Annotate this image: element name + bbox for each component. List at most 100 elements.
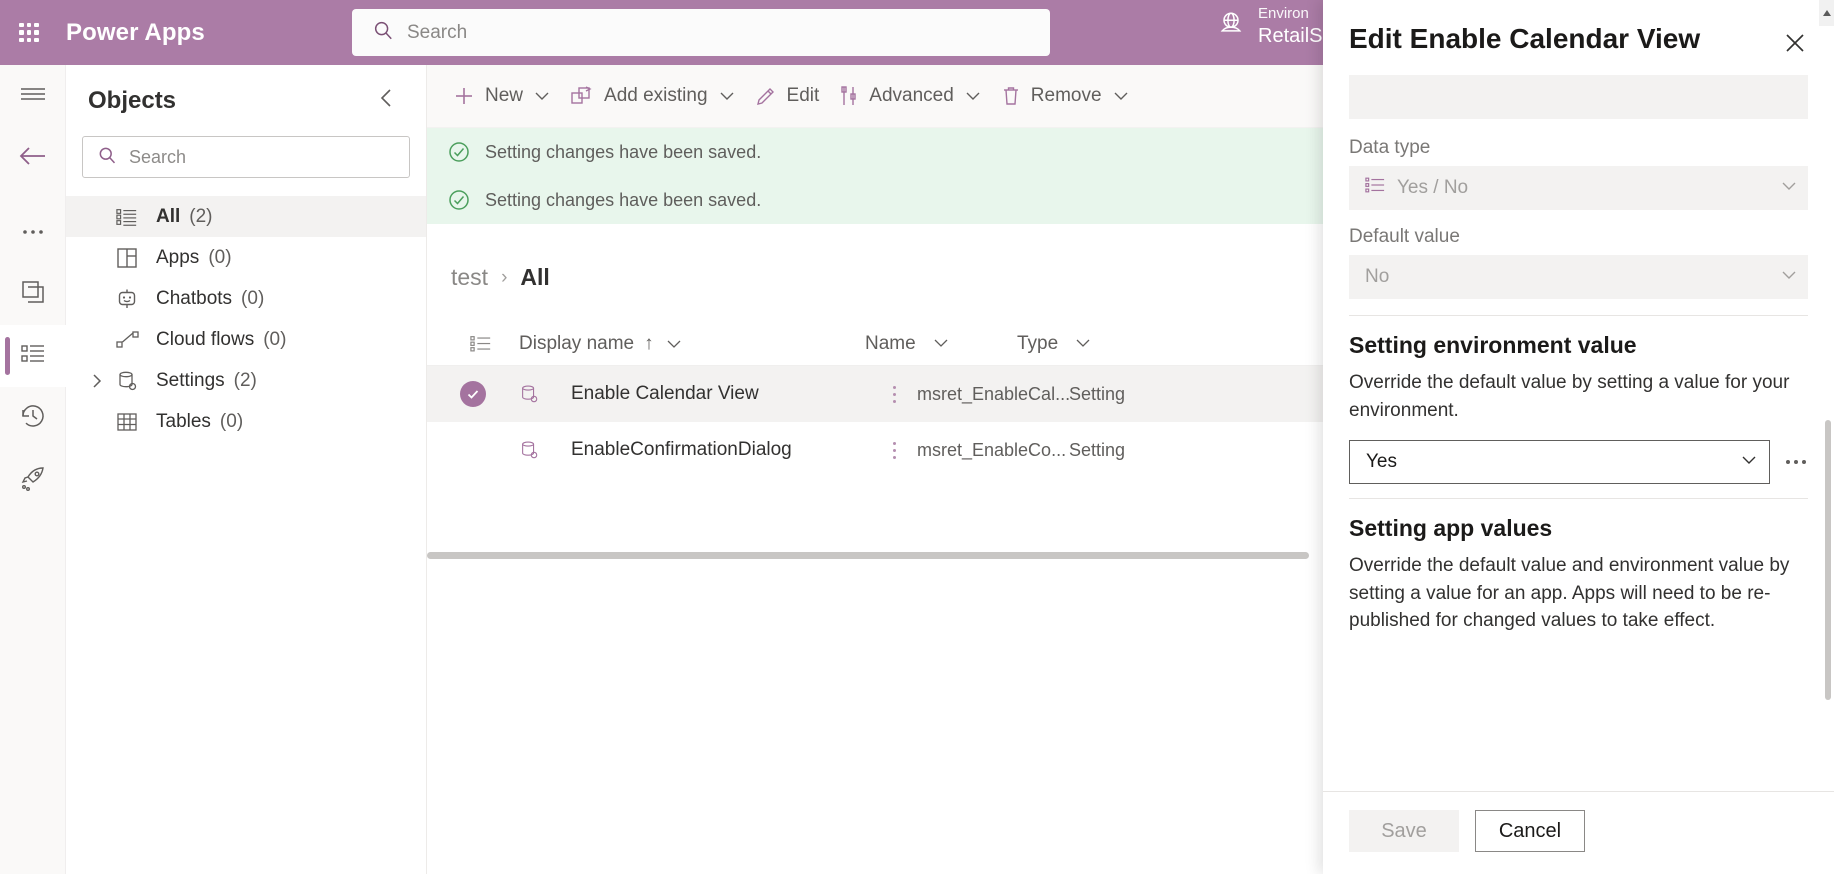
sidebar-item-label: Settings xyxy=(156,369,225,391)
chevron-down-icon[interactable] xyxy=(534,90,550,102)
global-search-box[interactable] xyxy=(352,9,1050,56)
advanced-icon xyxy=(839,85,859,107)
setting-environment-value-section: Setting environment value Override the d… xyxy=(1349,332,1808,485)
back-button[interactable] xyxy=(0,127,66,189)
row-context-menu-button[interactable] xyxy=(871,441,917,459)
hamburger-menu-icon xyxy=(19,84,47,109)
app-brand-title[interactable]: Power Apps xyxy=(66,19,205,47)
more-options-button[interactable] xyxy=(0,201,66,263)
section-description: Override the default value and environme… xyxy=(1349,555,1790,632)
sidebar-item-cloud-flows[interactable]: Cloud flows (0) xyxy=(66,319,426,360)
choice-list-icon xyxy=(1365,176,1385,200)
search-input[interactable] xyxy=(407,11,1007,54)
data-type-field: Data type Yes / No xyxy=(1349,137,1808,210)
check-icon xyxy=(460,381,486,407)
breadcrumb-parent[interactable]: test xyxy=(451,264,488,291)
environment-value-text: Yes xyxy=(1366,451,1397,473)
cell-display-name: EnableConfirmationDialog xyxy=(571,439,792,460)
globe-icon xyxy=(1216,9,1246,44)
publish-rocket-button[interactable] xyxy=(0,449,66,511)
search-icon xyxy=(97,145,117,170)
column-header-display-name[interactable]: Display name ↑ xyxy=(519,333,819,355)
section-description: Override the default value by setting a … xyxy=(1349,372,1790,421)
setting-app-values-section: Setting app values Override the default … xyxy=(1349,515,1808,635)
chevron-down-icon xyxy=(1780,177,1798,199)
setting-record-icon xyxy=(519,440,571,460)
environment-value-more-button[interactable] xyxy=(1784,454,1808,470)
row-context-menu-button[interactable] xyxy=(871,385,917,403)
close-icon[interactable] xyxy=(1778,26,1812,65)
horizontal-scrollbar[interactable] xyxy=(427,552,1309,559)
new-button-label: New xyxy=(485,85,524,106)
sidebar-item-chatbots[interactable]: Chatbots (0) xyxy=(66,278,426,319)
ellipsis-vertical-icon xyxy=(892,385,896,403)
environment-value-dropdown[interactable]: Yes xyxy=(1349,440,1770,485)
sidebar-item-count: (0) xyxy=(208,246,232,268)
edit-button-label: Edit xyxy=(786,85,820,106)
sidebar-item-label: Tables xyxy=(156,410,211,432)
sidebar-item-tables[interactable]: Tables (0) xyxy=(66,401,426,442)
column-header-name[interactable]: Name xyxy=(865,333,1017,355)
cell-display-name: Enable Calendar View xyxy=(571,383,759,404)
chevron-right-icon: › xyxy=(501,266,508,288)
column-options-icon[interactable] xyxy=(427,334,519,354)
advanced-button[interactable]: Advanced xyxy=(829,74,991,118)
list-all-icon xyxy=(116,207,150,227)
row-selection-checkbox[interactable] xyxy=(427,381,519,407)
edit-setting-panel: Edit Enable Calendar View Data type Yes … xyxy=(1323,0,1834,874)
power-apps-window: Power Apps Environ RetailS xyxy=(0,0,1834,874)
chevron-left-icon[interactable] xyxy=(370,83,404,118)
chevron-down-icon[interactable] xyxy=(666,338,682,350)
chevron-down-icon[interactable] xyxy=(933,337,949,349)
column-header-label: Display name xyxy=(519,332,635,354)
apps-pages-button[interactable] xyxy=(0,263,66,325)
objects-search-box[interactable] xyxy=(82,136,410,178)
cloud-flow-icon xyxy=(116,329,150,351)
sidebar-item-objects[interactable] xyxy=(0,325,66,387)
apps-pages-icon xyxy=(20,279,46,310)
cell-type: Setting xyxy=(1069,439,1126,460)
edit-button[interactable]: Edit xyxy=(745,74,830,118)
settings-db-icon xyxy=(116,370,150,392)
name-field-disabled xyxy=(1349,75,1808,119)
default-value-dropdown: No xyxy=(1349,255,1808,299)
add-existing-button[interactable]: Add existing xyxy=(560,74,745,118)
environment-label: Environ xyxy=(1258,5,1309,22)
sidebar-item-label: Cloud flows xyxy=(156,328,255,350)
add-existing-label: Add existing xyxy=(604,85,708,106)
sidebar-item-count: (0) xyxy=(263,328,287,350)
save-button[interactable]: Save xyxy=(1349,810,1459,852)
remove-button[interactable]: Remove xyxy=(991,74,1139,118)
chatbot-icon xyxy=(116,288,150,310)
chevron-down-icon[interactable] xyxy=(1075,337,1091,349)
check-circle-icon xyxy=(447,188,471,212)
environment-selector[interactable]: Environ RetailS xyxy=(1216,4,1322,49)
cancel-button[interactable]: Cancel xyxy=(1475,810,1585,852)
objects-tree: All (2) Apps (0) Chatbots (0) Cloud flow… xyxy=(66,196,426,442)
sidebar-item-count: (0) xyxy=(219,410,244,432)
sidebar-item-apps[interactable]: Apps (0) xyxy=(66,237,426,278)
column-header-type[interactable]: Type xyxy=(1017,333,1177,355)
sidebar-item-label: Chatbots xyxy=(156,287,233,309)
notification-text: Setting changes have been saved. xyxy=(485,141,762,162)
default-value-label: Default value xyxy=(1349,226,1460,247)
add-existing-icon xyxy=(570,85,594,107)
hamburger-menu-button[interactable] xyxy=(0,65,66,127)
sidebar-item-all[interactable]: All (2) xyxy=(66,196,426,237)
section-title: Setting environment value xyxy=(1349,332,1637,358)
setting-record-icon xyxy=(519,384,571,404)
check-circle-icon xyxy=(447,140,471,164)
chevron-down-icon[interactable] xyxy=(719,90,735,102)
recent-history-button[interactable] xyxy=(0,387,66,449)
objects-search-input[interactable] xyxy=(129,139,359,175)
new-button[interactable]: New xyxy=(443,74,560,118)
column-header-label: Type xyxy=(1017,332,1059,354)
panel-vertical-scrollbar[interactable] xyxy=(1825,420,1831,700)
chevron-down-icon[interactable] xyxy=(1113,90,1129,102)
chevron-right-icon[interactable] xyxy=(90,372,116,390)
window-scrollbar-up-arrow[interactable] xyxy=(1819,0,1834,26)
objects-list-icon xyxy=(20,343,46,370)
chevron-down-icon[interactable] xyxy=(965,90,981,102)
sidebar-item-settings[interactable]: Settings (2) xyxy=(66,360,426,401)
waffle-grid-icon[interactable] xyxy=(14,18,44,48)
